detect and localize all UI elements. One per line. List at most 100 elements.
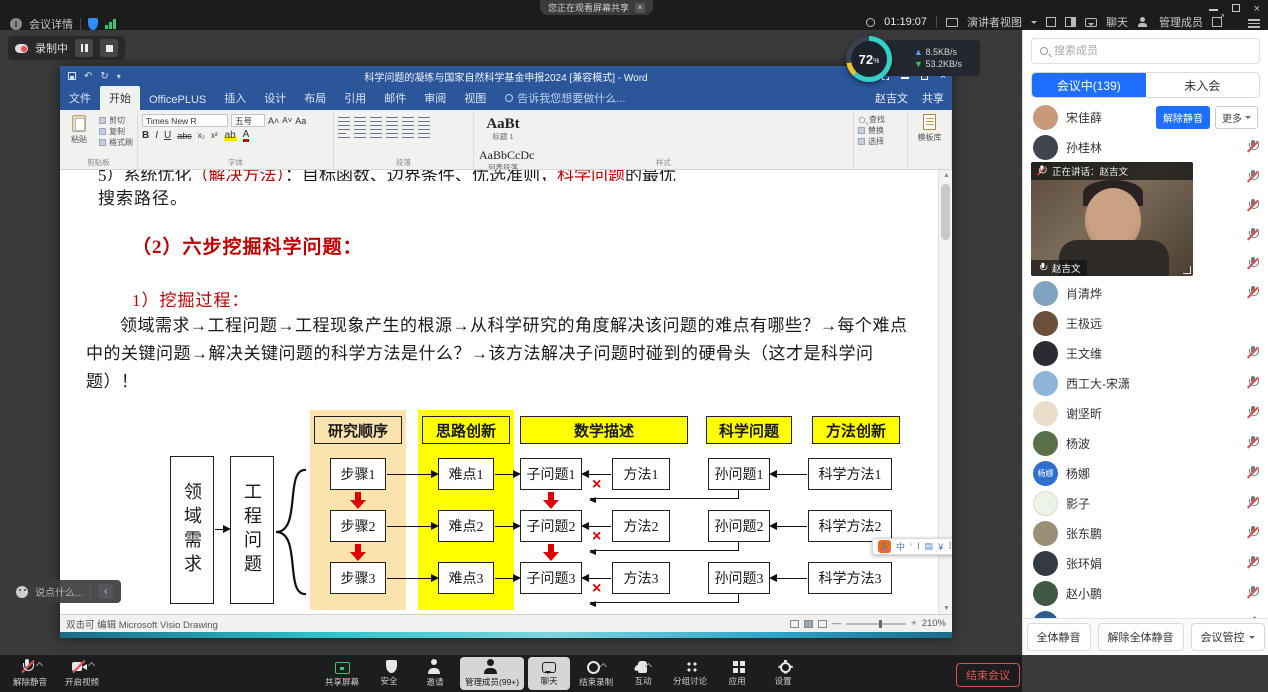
shrink-font-icon[interactable]: A˅ [282,116,292,125]
style-heading1[interactable]: AaBt标题 1 [478,114,528,143]
mic-muted-icon[interactable] [1247,586,1258,600]
underline-button[interactable]: U [164,130,171,141]
member-row[interactable]: 杨娜杨娜 [1023,458,1268,488]
replace-button[interactable]: 替换 [858,125,903,136]
meeting-details-link[interactable]: 会议详情 [29,16,73,32]
member-row-host[interactable]: 宋佳薛 解除静音 更多 [1023,102,1268,132]
mic-muted-icon[interactable] [1247,170,1258,184]
sogou-ime-bar[interactable]: S 中 ’ ⵏ ▤ ¥ ⠿ [872,538,952,555]
ime-symbol-icon[interactable]: ¥ [938,542,943,552]
tab-view[interactable]: 视图 [455,86,495,110]
format-painter-button[interactable]: 格式刷 [99,137,133,148]
tab-review[interactable]: 审阅 [415,86,455,110]
grow-font-icon[interactable]: A˄ [268,116,279,126]
bold-button[interactable]: B [142,130,149,141]
apps-button[interactable]: 应用 [716,657,758,690]
template-label[interactable]: 模板库 [918,132,942,143]
find-button[interactable]: 查找 [858,114,903,125]
multilevel-list-icon[interactable] [370,117,382,126]
read-mode-icon[interactable] [790,620,799,628]
member-row[interactable]: 张环娟 [1023,548,1268,578]
caret-icon[interactable] [35,662,42,669]
unmute-button[interactable]: 解除静音 [1156,106,1210,129]
speaker-video-tile[interactable]: 正在讲话：赵吉文 赵吉文 [1031,162,1193,276]
emoji-icon[interactable] [16,586,28,598]
tab-home[interactable]: 开始 [100,86,140,110]
chat-quick-input[interactable]: 说点什么... ‹ [8,580,121,603]
account-name[interactable]: 赵吉文 [875,90,908,106]
manage-members-button[interactable]: 管理成员 [1159,14,1203,30]
align-right-icon[interactable] [370,129,382,138]
change-case-icon[interactable]: Aa [295,116,306,126]
mic-muted-icon[interactable] [1247,286,1258,300]
paragraph-buttons[interactable] [338,117,469,138]
font-color-button[interactable]: A [243,130,250,142]
network-signal-icon[interactable] [105,19,116,29]
sidebar-collapse-handle[interactable]: ‹ [1022,332,1023,362]
zoom-slider-thumb[interactable] [879,620,882,628]
zoom-slider[interactable] [846,623,906,625]
mic-muted-icon[interactable] [1247,346,1258,360]
menu-icon[interactable] [1248,17,1260,30]
tab-file[interactable]: 文件 [60,86,100,110]
scroll-up-icon[interactable]: ▲ [943,172,950,179]
line-spacing-icon[interactable] [402,129,414,138]
stop-record-button[interactable]: 结束录制 [574,657,618,690]
member-row[interactable]: 王文维 [1023,338,1268,368]
word-minimize-button[interactable] [901,77,909,78]
copy-button[interactable]: 复制 [99,126,133,137]
more-button[interactable]: 更多 [1215,106,1258,129]
settings-button[interactable]: 设置 [762,657,804,690]
subscript-button[interactable]: x₂ [198,131,205,140]
member-row[interactable]: 王极远 [1023,308,1268,338]
mic-muted-icon[interactable] [1247,496,1258,510]
layout-toggle-icon[interactable] [1065,17,1076,27]
pause-recording-button[interactable] [75,39,93,57]
mic-muted-icon[interactable] [1247,228,1258,242]
mute-all-button[interactable]: 全体静音 [1027,623,1091,651]
unmute-all-button[interactable]: 解除全体静音 [1098,623,1184,651]
caret-icon[interactable] [600,662,607,669]
interact-button[interactable]: 互动 [622,657,664,690]
mic-muted-icon[interactable] [1247,436,1258,450]
number-list-icon[interactable] [354,117,366,126]
zoom-level[interactable]: 210% [922,618,946,629]
ime-toolbox-icon[interactable]: ⠿ [948,541,952,552]
breakout-rooms-button[interactable]: 分组讨论 [668,657,712,690]
member-search[interactable] [1031,38,1260,64]
strikethrough-button[interactable]: abc [177,131,192,141]
member-row[interactable]: 张东鹏 [1023,518,1268,548]
tab-references[interactable]: 引用 [335,86,375,110]
document-page[interactable]: 5）系统优化（解决方法）：目标函数、边界条件、优选准则，科学问题的最优 搜索路径… [60,170,938,614]
member-row[interactable]: 影子 [1023,488,1268,518]
mic-muted-icon[interactable] [1247,406,1258,420]
invite-button[interactable]: 邀请 [414,657,456,690]
chat-button[interactable]: 聊天 [528,657,570,690]
indent-increase-icon[interactable] [402,117,414,126]
web-layout-icon[interactable] [818,620,827,628]
members-icon[interactable] [1137,17,1150,27]
font-name-select[interactable]: Times New R [142,114,228,127]
font-size-select[interactable]: 五号 [231,114,265,127]
mic-muted-icon[interactable] [1247,257,1258,271]
member-row[interactable]: 肖清烨 [1023,278,1268,308]
unmute-self-button[interactable]: 解除静音 [8,657,52,690]
chat-icon[interactable] [1085,18,1097,27]
security-button[interactable]: 安全 [368,657,410,690]
justify-icon[interactable] [386,129,398,138]
security-shield-icon[interactable] [88,18,98,30]
italic-button[interactable]: I [155,130,158,141]
share-button[interactable]: 共享 [922,90,944,106]
tooltip-close-icon[interactable]: × [635,3,645,13]
minimize-button[interactable] [1209,9,1218,11]
indent-decrease-icon[interactable] [386,117,398,126]
mic-muted-icon[interactable] [1247,526,1258,540]
ime-mode-icon[interactable]: 中 [896,540,905,553]
zoom-out-button[interactable]: — [832,618,842,629]
shading-icon[interactable] [418,129,430,138]
tab-mailings[interactable]: 邮件 [375,86,415,110]
restore-button[interactable] [1232,4,1240,12]
member-row[interactable]: 孙桂林 [1023,132,1268,162]
tell-me-box[interactable]: 告诉我您想要做什么... [505,90,625,110]
chat-placeholder[interactable]: 说点什么... [35,584,83,599]
